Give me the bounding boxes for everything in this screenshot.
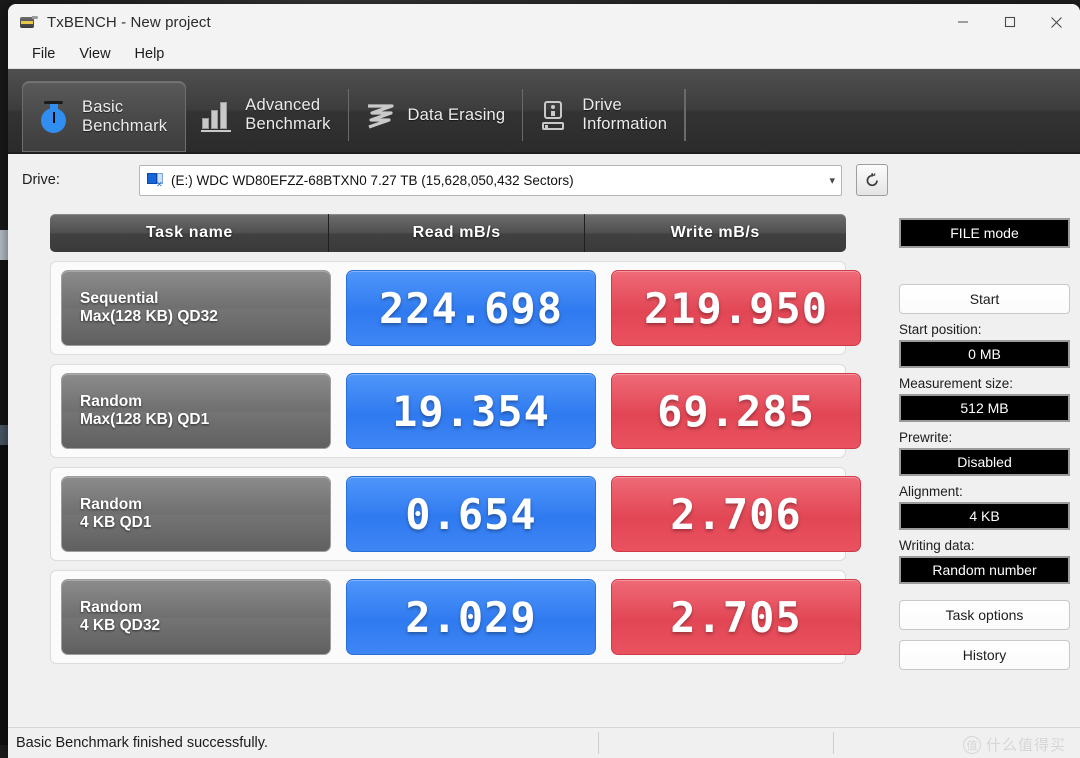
refresh-icon[interactable] — [856, 164, 888, 196]
column-header-write: Write mB/s — [583, 214, 846, 252]
measurement-size-value[interactable]: 512 MB — [899, 394, 1070, 422]
erase-icon — [363, 97, 397, 133]
table-row: Random Max(128 KB) QD1 19.354 69.285 — [50, 364, 861, 458]
menu-bar: File View Help — [8, 40, 1080, 69]
maximize-icon[interactable] — [986, 4, 1033, 40]
tab-label: Drive Information — [582, 96, 668, 133]
tab-strip: Basic Benchmark Advanced Benchmark Data … — [8, 69, 1080, 154]
write-value-cell: 219.950 — [611, 270, 861, 346]
tab-basic-benchmark[interactable]: Basic Benchmark — [22, 81, 187, 152]
close-icon[interactable] — [1033, 4, 1080, 40]
status-bar: Basic Benchmark finished successfully. 值… — [8, 727, 1080, 758]
read-value-cell: 19.354 — [346, 373, 596, 449]
tab-data-erasing[interactable]: Data Erasing — [349, 81, 524, 149]
prewrite-value[interactable]: Disabled — [899, 448, 1070, 476]
history-button[interactable]: History — [899, 640, 1070, 670]
write-value: 2.706 — [670, 489, 802, 539]
watermark-badge: 值 — [962, 735, 981, 754]
stopwatch-icon — [37, 99, 71, 135]
task-name-cell: Random Max(128 KB) QD1 — [61, 373, 331, 449]
bar-chart-icon — [200, 97, 234, 133]
window-title: TxBENCH - New project — [47, 13, 211, 31]
task-name-cell: Random 4 KB QD1 — [61, 476, 331, 552]
task-name-cell: Random 4 KB QD32 — [61, 579, 331, 655]
column-header-task-name: Task name — [145, 224, 233, 241]
hard-disk-icon — [20, 14, 38, 30]
measurement-size-label: Measurement size: — [899, 376, 1014, 391]
write-value: 69.285 — [657, 386, 815, 436]
main-content: Drive: ✕ (E:) WDC WD80EFZZ-68BTXN0 7.27 … — [8, 154, 1080, 758]
title-bar: TxBENCH - New project — [8, 4, 1080, 40]
watermark: 值 什么值得买 — [962, 734, 1066, 755]
task-name-line2: 4 KB QD1 — [80, 514, 152, 531]
write-value-cell: 2.706 — [611, 476, 861, 552]
watermark-text: 什么值得买 — [985, 736, 1066, 754]
window-controls — [939, 4, 1080, 40]
read-value: 0.654 — [405, 489, 537, 539]
results-panel: Task name Read mB/s Write mB/s Sequentia… — [8, 206, 888, 727]
drive-selector-row: Drive: ✕ (E:) WDC WD80EFZZ-68BTXN0 7.27 … — [8, 154, 1080, 206]
write-value-cell: 2.705 — [611, 579, 861, 655]
write-value: 2.705 — [670, 592, 802, 642]
menu-item-file[interactable]: File — [21, 43, 66, 65]
tab-label: Advanced Benchmark — [245, 96, 331, 133]
task-name-line1: Random — [80, 496, 142, 513]
alignment-value[interactable]: 4 KB — [899, 502, 1070, 530]
column-header-read: Read mB/s — [327, 214, 585, 252]
start-position-label: Start position: — [899, 322, 982, 337]
task-options-button[interactable]: Task options — [899, 600, 1070, 630]
drive-label: Drive: — [22, 172, 60, 188]
tab-advanced-benchmark[interactable]: Advanced Benchmark — [186, 81, 349, 149]
disk-volume-icon: ✕ — [147, 173, 164, 189]
prewrite-label: Prewrite: — [899, 430, 953, 445]
task-name-line2: Max(128 KB) QD32 — [80, 308, 218, 325]
read-value-cell: 0.654 — [346, 476, 596, 552]
start-button[interactable]: Start — [899, 284, 1070, 314]
table-row: Sequential Max(128 KB) QD32 224.698 219.… — [50, 261, 861, 355]
task-name-line1: Sequential — [80, 290, 159, 307]
task-name-line1: Random — [80, 393, 142, 410]
write-value: 219.950 — [643, 283, 828, 333]
write-value-cell: 69.285 — [611, 373, 861, 449]
read-value-cell: 224.698 — [346, 270, 596, 346]
status-message: Basic Benchmark finished successfully. — [16, 735, 268, 751]
results-header-row: Task name Read mB/s Write mB/s — [50, 214, 846, 252]
content-split: Task name Read mB/s Write mB/s Sequentia… — [8, 206, 1080, 727]
alignment-label: Alignment: — [899, 484, 963, 499]
menu-item-view[interactable]: View — [68, 43, 121, 65]
table-row: Random 4 KB QD32 2.029 2.705 — [50, 570, 861, 664]
task-name-line1: Random — [80, 599, 142, 616]
tab-strip-end — [685, 81, 687, 149]
chevron-down-icon: ▾ — [829, 174, 835, 187]
task-name-cell: Sequential Max(128 KB) QD32 — [61, 270, 331, 346]
application-window: TxBENCH - New project File View Help Bas… — [8, 4, 1080, 758]
task-name-line2: 4 KB QD32 — [80, 617, 161, 634]
writing-data-label: Writing data: — [899, 538, 975, 553]
read-value: 19.354 — [392, 386, 550, 436]
options-panel: FILE mode Start Start position: 0 MB Mea… — [888, 206, 1080, 727]
task-name-line2: Max(128 KB) QD1 — [80, 411, 210, 428]
start-position-value[interactable]: 0 MB — [899, 340, 1070, 368]
read-value-cell: 2.029 — [346, 579, 596, 655]
file-mode-button[interactable]: FILE mode — [899, 218, 1070, 248]
status-separator — [598, 732, 599, 754]
tab-drive-information[interactable]: Drive Information — [523, 81, 686, 149]
tab-label: Data Erasing — [407, 105, 506, 124]
tab-label: Basic Benchmark — [82, 97, 168, 135]
status-separator — [833, 732, 834, 754]
drive-info-icon — [537, 97, 571, 133]
menu-item-help[interactable]: Help — [124, 43, 176, 65]
writing-data-value[interactable]: Random number — [899, 556, 1070, 584]
drive-select-value: (E:) WDC WD80EFZZ-68BTXN0 7.27 TB (15,62… — [171, 172, 574, 188]
drive-select[interactable]: ✕ (E:) WDC WD80EFZZ-68BTXN0 7.27 TB (15,… — [139, 164, 842, 196]
minimize-icon[interactable] — [939, 4, 986, 40]
read-value: 2.029 — [405, 592, 537, 642]
read-value: 224.698 — [378, 283, 563, 333]
table-row: Random 4 KB QD1 0.654 2.706 — [50, 467, 861, 561]
